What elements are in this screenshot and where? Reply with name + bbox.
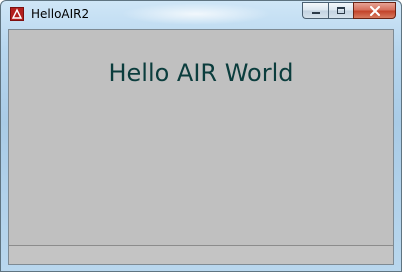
title-bar[interactable]: HelloAIR2 [1, 1, 401, 27]
minimize-button[interactable] [302, 2, 328, 19]
window-title: HelloAIR2 [31, 7, 90, 21]
status-bar [9, 245, 393, 264]
minimize-icon [311, 11, 320, 14]
caption-buttons [302, 2, 396, 20]
app-icon[interactable] [10, 7, 24, 21]
app-window: HelloAIR2 Hello AIR World [0, 0, 402, 272]
close-icon [369, 5, 380, 16]
hello-heading: Hello AIR World [108, 59, 294, 87]
air-logo-icon [11, 8, 23, 19]
maximize-button[interactable] [328, 2, 353, 19]
close-button[interactable] [353, 2, 396, 19]
content-area: Hello AIR World [8, 29, 394, 265]
maximize-icon [337, 7, 345, 14]
